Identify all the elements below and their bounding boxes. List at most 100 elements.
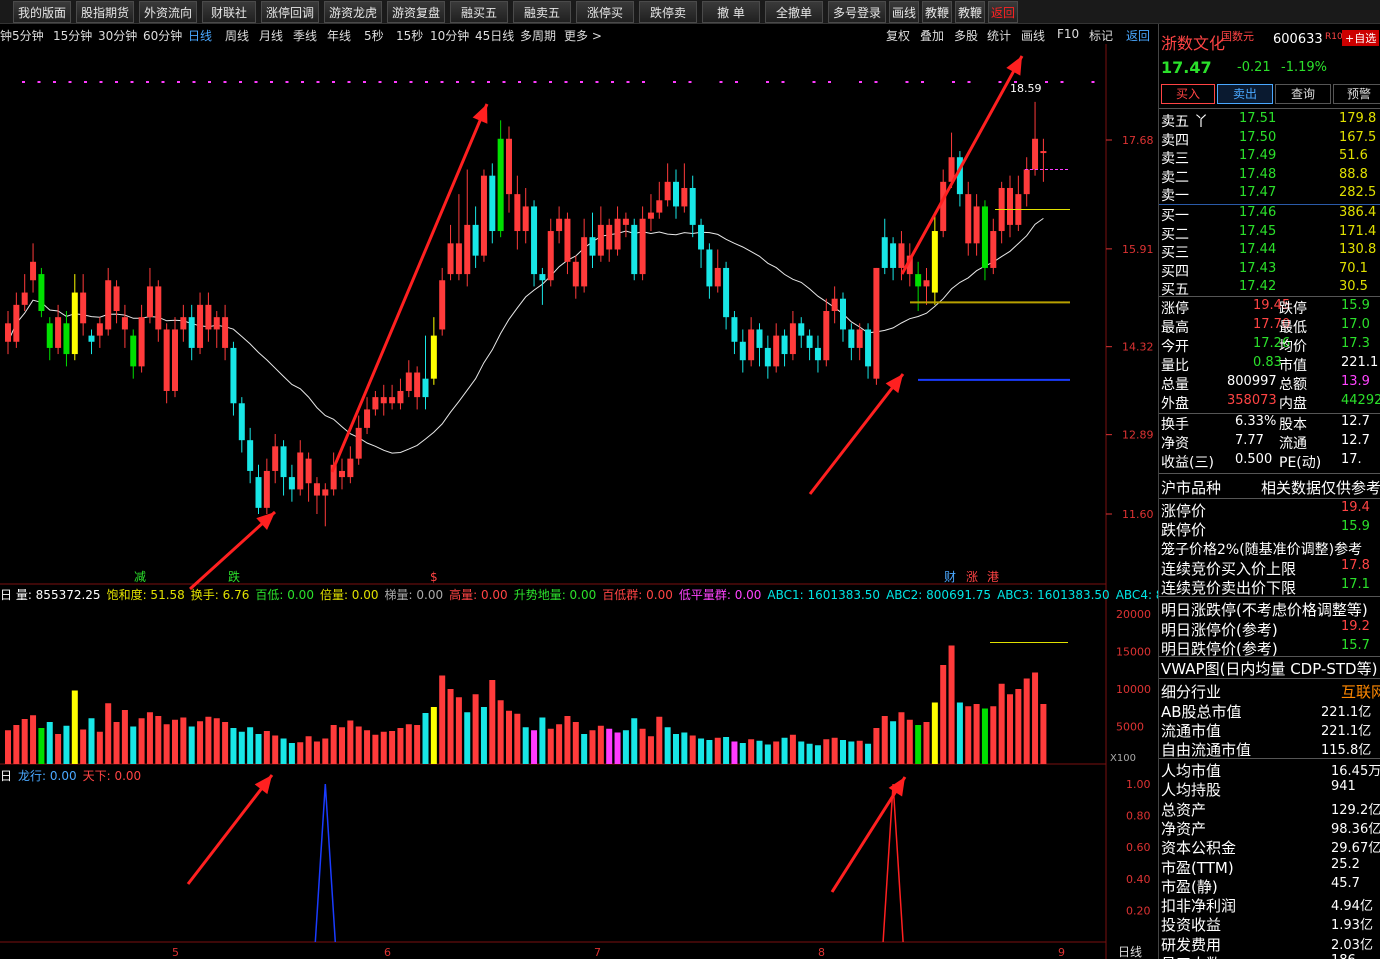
period-tab-11[interactable]: 15秒	[396, 27, 423, 44]
period-tab-13[interactable]: 45日线	[475, 27, 514, 44]
fund-value: 2.03亿	[1331, 937, 1373, 953]
indicator-axis-label: 1.00	[1126, 778, 1151, 791]
stat-row: 量比 0.83 市值 221.1	[1161, 355, 1380, 374]
sell-button[interactable]: 卖出	[1217, 84, 1273, 104]
fund-value: 941	[1331, 779, 1356, 795]
period-tab-3[interactable]: 30分钟	[98, 27, 137, 44]
period-tab-4[interactable]: 60分钟	[143, 27, 182, 44]
chart-tool-4[interactable]: 画线	[1021, 27, 1045, 44]
chart-tool-3[interactable]: 统计	[987, 27, 1011, 44]
indicator-axis-label: 0.40	[1126, 873, 1151, 886]
divider	[1159, 108, 1380, 109]
chart-tool-6[interactable]: 标记	[1089, 27, 1113, 44]
stat-label2: 股本	[1279, 417, 1307, 433]
bid-volume: 130.8	[1339, 242, 1377, 257]
signal-dot	[719, 81, 723, 83]
buy-button[interactable]: 买入	[1161, 84, 1215, 104]
toolbar-button-15[interactable]: 教鞭A	[922, 1, 952, 42]
toolbar-button-9[interactable]: 涨停买	[576, 1, 634, 23]
info-item: 百低群: 0.00	[602, 588, 673, 602]
toolbar-button-13[interactable]: 多号登录	[828, 1, 886, 23]
volume-bar	[622, 730, 629, 764]
volume-bar	[564, 716, 571, 764]
volume-bar	[673, 734, 679, 764]
period-tab-14[interactable]: 多周期	[520, 27, 556, 44]
alert-button[interactable]: 预警	[1333, 84, 1380, 104]
toolbar-button-14[interactable]: 画线	[889, 1, 919, 23]
period-tab-2[interactable]: 15分钟	[53, 27, 92, 44]
stat-row: 涨停 19.45 跌停 15.9	[1161, 298, 1380, 317]
volume-bar	[230, 728, 237, 764]
volume-bar	[831, 737, 838, 764]
volume-bar	[1015, 689, 1022, 764]
add-watchlist-button[interactable]: +自选	[1342, 30, 1380, 46]
toolbar-button-11[interactable]: 撤 单	[702, 1, 760, 23]
volume-bar	[480, 707, 487, 764]
volume-bar	[389, 731, 396, 764]
signal-dot	[471, 81, 475, 83]
signal-dot	[998, 81, 1002, 83]
volume-bar	[313, 741, 320, 764]
bid-price: 17.43	[1239, 260, 1277, 276]
volume-bar	[96, 731, 103, 764]
period-tab-5[interactable]: 日线	[188, 27, 212, 44]
divider	[1159, 498, 1380, 499]
signal-dot	[812, 81, 816, 83]
kline-chart[interactable]: 17.68 15.91 14.32 12.89 11.60 18.59 减 跌 $ 财涨港 2000…	[0, 44, 1158, 959]
stat-value2: 17.	[1341, 452, 1362, 467]
toolbar-button-3[interactable]: 财联社	[202, 1, 256, 23]
period-tab-10[interactable]: 5秒	[364, 27, 384, 44]
toolbar-button-7[interactable]: 融买五	[450, 1, 508, 23]
auction-row: 连续竞价卖出价下限 17.1	[1161, 577, 1380, 597]
period-tab-7[interactable]: 月线	[259, 27, 283, 44]
signal-dot	[146, 81, 149, 83]
chart-tool-1[interactable]: 叠加	[920, 27, 944, 44]
toolbar-button-17[interactable]: 返回	[988, 1, 1018, 23]
chart-tool-2[interactable]: 多股	[954, 27, 978, 44]
chart-tool-5[interactable]: F10	[1057, 27, 1079, 41]
toolbar-button-12[interactable]: 全撤单	[765, 1, 823, 23]
period-tab-12[interactable]: 10分钟	[430, 27, 469, 44]
signal-dot	[239, 81, 242, 83]
period-tab-1[interactable]: 5分钟	[12, 27, 44, 44]
period-bar: 钟 5分钟 15分钟 30分钟 60分钟 日线 周线 月线 季线 年线 5秒 15秒 10分钟 45日线多…	[0, 26, 1158, 44]
divider	[1159, 678, 1380, 679]
stat-label2: 最低	[1279, 320, 1307, 336]
toolbar-button-2[interactable]: 外资流向	[139, 1, 197, 23]
volume-bar	[597, 725, 604, 764]
bid-row: 买四 17.43 70.1	[1161, 260, 1380, 280]
toolbar-button-5[interactable]: 游资龙虎	[324, 1, 382, 23]
toolbar-button-10[interactable]: 跌停卖	[639, 1, 697, 23]
fund-value: 4.94亿	[1331, 899, 1373, 915]
toolbar-button-16[interactable]: 教鞭B	[955, 1, 985, 42]
ask-price: 17.49	[1239, 148, 1277, 163]
chart-tool-7[interactable]: 返回	[1126, 27, 1150, 44]
volume-bar	[180, 717, 187, 764]
signal-label: 财	[944, 570, 956, 584]
query-button[interactable]: 查询	[1275, 84, 1331, 104]
chart-tool-0[interactable]: 复权	[886, 27, 910, 44]
volume-bar	[823, 739, 830, 764]
period-tag: 日线	[1118, 945, 1142, 959]
toolbar-button-6[interactable]: 游资复盘	[387, 1, 445, 23]
stat-value2: 15.9	[1341, 298, 1370, 313]
tomorrow-value: 19.2	[1341, 619, 1370, 634]
period-tab-0[interactable]: 钟	[0, 27, 12, 44]
stat-label2: 内盘	[1279, 396, 1307, 412]
period-tab-9[interactable]: 年线	[327, 27, 351, 44]
toolbar-button-1[interactable]: 股指期货	[76, 1, 134, 23]
period-tab-8[interactable]: 季线	[293, 27, 317, 44]
fund-label: 人均市值	[1161, 762, 1222, 780]
toolbar-button-8[interactable]: 融卖五	[513, 1, 571, 23]
date-axis-label: 5	[172, 946, 179, 959]
period-tab-6[interactable]: 周线	[225, 27, 249, 44]
volume-bar	[689, 735, 696, 764]
volume-bar	[915, 725, 922, 764]
stat-label: 最高	[1161, 320, 1189, 336]
toolbar-button-4[interactable]: 涨停回调	[261, 1, 319, 23]
period-tab-15[interactable]: 更多 >	[564, 27, 602, 44]
signal-dot	[595, 81, 599, 83]
ask-volume: 179.8	[1339, 111, 1377, 126]
toolbar-button-0[interactable]: 我的版面	[13, 1, 71, 23]
date-axis-label: 6	[384, 946, 391, 959]
